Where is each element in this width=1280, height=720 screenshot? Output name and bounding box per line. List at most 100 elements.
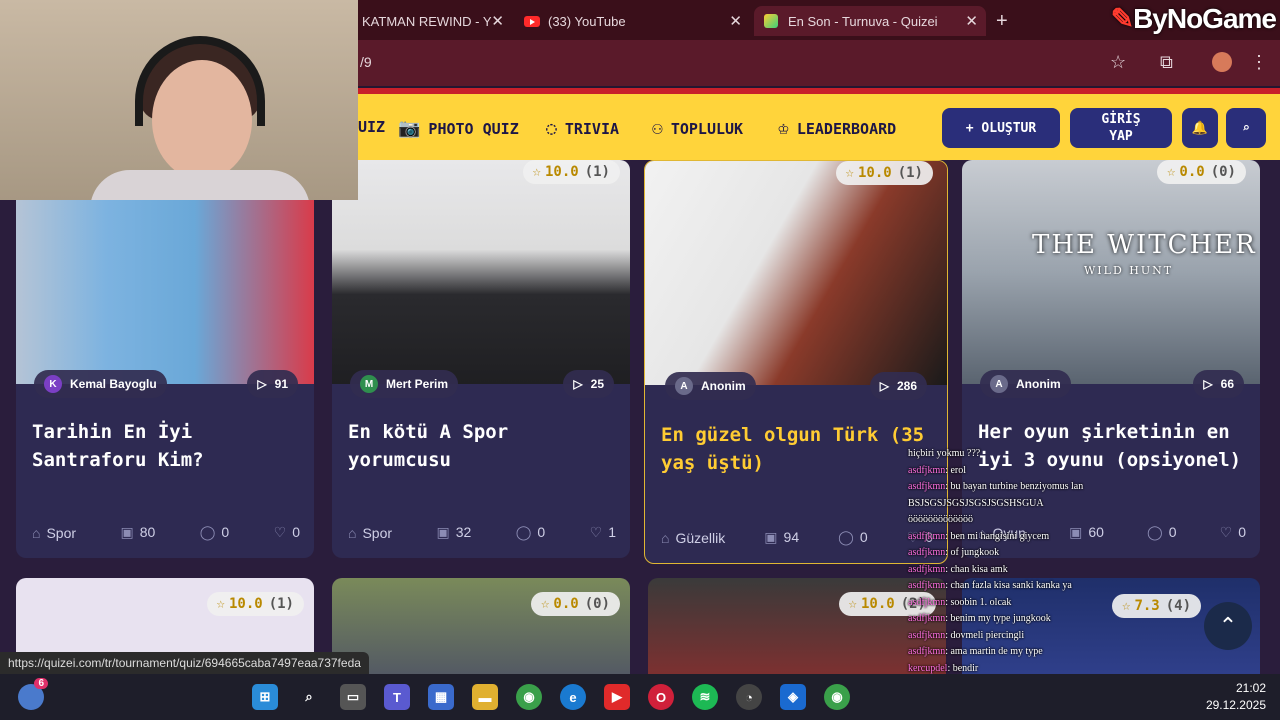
heart-icon: ♡ <box>273 524 287 540</box>
chat-message: ööööööööööööö <box>908 512 1208 529</box>
edge-icon[interactable]: e <box>560 684 586 710</box>
author-name: Anonim <box>1016 377 1061 391</box>
address-text[interactable]: /9 <box>360 54 372 70</box>
rating-value: 10.0 <box>228 596 263 612</box>
store-icon[interactable]: ▦ <box>428 684 454 710</box>
comment-icon: ◯ <box>838 529 854 545</box>
opera-icon[interactable]: O <box>648 684 674 710</box>
webcam-overlay <box>0 0 358 200</box>
app-icon[interactable]: ◈ <box>780 684 806 710</box>
search-button[interactable]: ⌕ <box>1226 108 1266 148</box>
quiz-card[interactable]: ☆ 10.0 (1) M Mert Perim ▷ 25 En kötü A Spor… <box>332 160 630 558</box>
bookmark-star-icon[interactable]: ☆ <box>1110 52 1126 73</box>
chevron-up-icon: ⌃ <box>1218 613 1238 638</box>
author-pill[interactable]: A Anonim <box>980 370 1071 398</box>
like-count[interactable]: ♡ 0 <box>1220 524 1246 541</box>
comment-count-value: 0 <box>859 529 868 545</box>
extensions-icon[interactable]: ⧉ <box>1160 52 1173 73</box>
chat-text: : ben mi hangisini giycem <box>945 530 1050 542</box>
youtube-app-icon[interactable]: ▶ <box>604 684 630 710</box>
play-count-value: 91 <box>274 377 288 391</box>
nav-label: PHOTO QUIZ <box>428 119 519 138</box>
quiz-meta: ⌂ Güzellik ▣ 94 ◯ 0 ♡ 0 <box>661 529 933 546</box>
taskbar-clock[interactable]: 21:02 29.12.2025 <box>1206 680 1266 714</box>
comment-icon: ◯ <box>199 524 216 540</box>
category[interactable]: ⌂ Spor <box>348 525 392 541</box>
scroll-to-top-button[interactable]: ⌃ <box>1204 602 1252 650</box>
teams-icon[interactable]: T <box>384 684 410 710</box>
image-count: ▣ 94 <box>764 529 799 546</box>
chrome-icon[interactable]: ◉ <box>516 684 542 710</box>
nav-trivia[interactable]: ◌ TRIVIA <box>546 118 619 139</box>
play-icon: ▷ <box>257 377 267 391</box>
nav-label: TRIVIA <box>564 119 620 138</box>
browser-profile-avatar[interactable] <box>1212 52 1232 72</box>
tab-youtube[interactable]: (33) YouTube ✕ <box>514 6 750 36</box>
rating-value: 0.0 <box>1179 164 1205 180</box>
category-label: Güzellik <box>675 529 726 546</box>
trophy-icon: ♔ <box>778 118 789 139</box>
chat-text: : bendir <box>947 662 979 674</box>
create-button[interactable]: + OLUŞTUR <box>942 108 1060 148</box>
nav-community[interactable]: ⚇ TOPLULUK <box>652 118 743 139</box>
rating-badge: ☆ 0.0 (0) <box>1156 160 1246 184</box>
quiz-title[interactable]: En güzel olgun Türk (35 yaş üştü) <box>661 421 931 477</box>
chat-username: asdfjkmn <box>908 629 946 641</box>
quiz-title[interactable]: Tarihin En İyi Santraforu Kim? <box>32 418 302 474</box>
nav-label: UIZ <box>358 118 386 136</box>
clock-time: 21:02 <box>1235 681 1266 695</box>
start-icon[interactable]: ⊞ <box>252 684 278 710</box>
chat-text: : erol <box>945 464 967 476</box>
quiz-title[interactable]: En kötü A Spor yorumcusu <box>348 418 618 474</box>
nav-leaderboard[interactable]: ♔ LEADERBOARD <box>778 118 896 139</box>
login-label-1: GİRİŞ <box>1101 112 1141 127</box>
login-button[interactable]: GİRİŞ YAP <box>1070 108 1172 148</box>
rating-count: (0) <box>1210 164 1236 180</box>
close-tab-icon[interactable]: ✕ <box>965 12 978 30</box>
spotify-icon[interactable]: ≋ <box>692 684 718 710</box>
play-icon: ▷ <box>1203 377 1213 391</box>
chat-message: hiçbiri yokmu ??? <box>908 446 1208 463</box>
chat-bubble-icon: ◌ <box>546 118 557 139</box>
chat-username: kercupdel <box>908 662 948 674</box>
obs-icon[interactable]: ◔ <box>736 684 762 710</box>
more-menu-icon[interactable]: ⋮ <box>1250 52 1268 73</box>
quiz-thumbnail <box>645 161 947 385</box>
like-count[interactable]: ♡ 1 <box>590 524 616 541</box>
chrome-active-icon[interactable]: ◉ <box>824 684 850 710</box>
chat-username: asdfjkmn <box>908 563 946 575</box>
play-icon: ▷ <box>879 379 889 393</box>
nav-photo-quiz[interactable]: 📷 PHOTO QUIZ <box>398 118 519 139</box>
search-icon: ⌕ <box>1242 120 1250 136</box>
chat-text: : soobin 1. olcak <box>945 596 1012 608</box>
author-pill[interactable]: A Anonim <box>665 372 756 400</box>
tag-icon: ⌂ <box>348 524 357 541</box>
author-pill[interactable]: M Mert Perim <box>350 370 459 398</box>
close-tab-icon[interactable]: ✕ <box>729 12 742 30</box>
rating-badge: ☆ 0.0 (0) <box>530 592 620 616</box>
star-icon: ☆ <box>845 165 854 181</box>
quiz-thumbnail <box>332 160 630 384</box>
nav-quiz[interactable]: UIZ <box>358 118 385 136</box>
category[interactable]: ⌂ Spor <box>32 525 76 541</box>
chat-message: asdfjkmn: soobin 1. olcak <box>908 595 1208 612</box>
file-explorer-icon[interactable]: ▬ <box>472 684 498 710</box>
image-count: ▣ 32 <box>436 524 471 541</box>
category[interactable]: ⌂ Güzellik <box>661 530 725 546</box>
notifications-button[interactable]: 🔔 <box>1182 108 1218 148</box>
weather-icon[interactable]: 6 <box>18 678 48 710</box>
search-icon[interactable]: ⌕ <box>296 684 322 710</box>
task-view-icon[interactable]: ▭ <box>340 684 366 710</box>
like-count[interactable]: ♡ 0 <box>274 524 300 541</box>
quiz-card[interactable]: K Kemal Bayoglu ▷ 91 Tarihin En İyi Santr… <box>16 160 314 558</box>
new-tab-icon[interactable]: + <box>996 10 1008 33</box>
tab-quizei[interactable]: En Son - Turnuva - Quizei ✕ <box>754 6 986 36</box>
quiz-card[interactable]: ☆ 10.0 (1) A Anonim ▷ 286 En güzel olgun Tü… <box>644 160 948 564</box>
tab-katman[interactable]: KATMAN REWIND - Y ✕ <box>352 6 512 36</box>
close-tab-icon[interactable]: ✕ <box>491 12 504 30</box>
tab-label: (33) YouTube <box>548 13 626 29</box>
image-count-value: 32 <box>455 524 472 540</box>
witcher-sub-text: WILD HUNT <box>1084 264 1174 277</box>
status-bar-url: https://quizei.com/tr/tournament/quiz/69… <box>0 652 369 674</box>
author-pill[interactable]: K Kemal Bayoglu <box>34 370 167 398</box>
